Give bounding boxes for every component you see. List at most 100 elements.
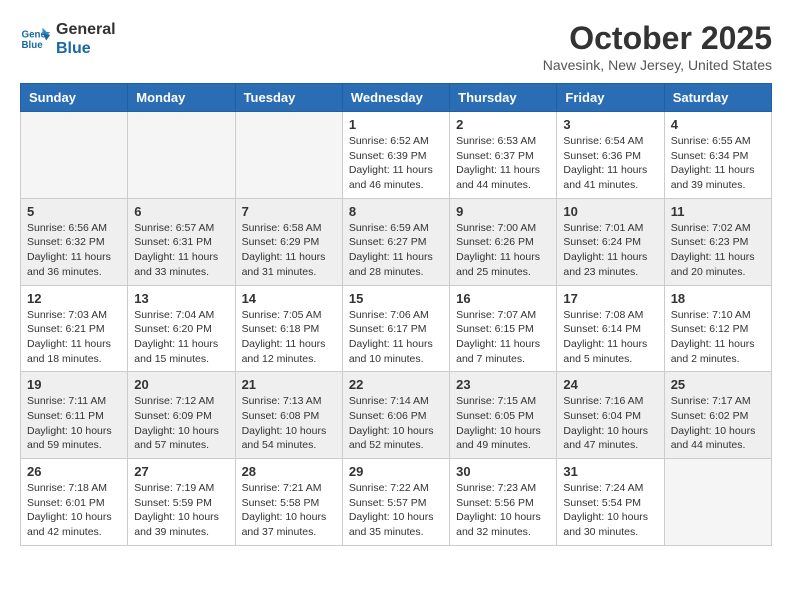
calendar-cell: 30Sunrise: 7:23 AMSunset: 5:56 PMDayligh… — [450, 459, 557, 546]
calendar-cell: 7 Sunrise: 6:58 AMSunset: 6:29 PMDaylight… — [235, 198, 342, 285]
day-info: Sunrise: 6:52 AMSunset: 6:39 PMDaylight:… — [349, 134, 443, 193]
day-number: 10 — [563, 204, 657, 219]
day-number: 5 — [27, 204, 121, 219]
day-info: Sunrise: 6:59 AMSunset: 6:27 PMDaylight:… — [349, 221, 443, 280]
day-info: Sunrise: 7:08 AMSunset: 6:14 PMDaylight:… — [563, 308, 657, 367]
day-number: 9 — [456, 204, 550, 219]
calendar-cell — [235, 112, 342, 199]
day-number: 14 — [242, 291, 336, 306]
day-info: Sunrise: 7:14 AMSunset: 6:06 PMDaylight:… — [349, 394, 443, 453]
day-number: 30 — [456, 464, 550, 479]
day-info: Sunrise: 7:03 AMSunset: 6:21 PMDaylight:… — [27, 308, 121, 367]
day-number: 21 — [242, 377, 336, 392]
calendar-cell: 18 Sunrise: 7:10 AMSunset: 6:12 PMDayligh… — [664, 285, 771, 372]
location: Navesink, New Jersey, United States — [543, 57, 772, 73]
calendar-cell: 1 Sunrise: 6:52 AMSunset: 6:39 PMDaylight… — [342, 112, 449, 199]
weekday-header-monday: Monday — [128, 84, 235, 112]
day-number: 29 — [349, 464, 443, 479]
calendar-cell: 25 Sunrise: 7:17 AMSunset: 6:02 PMDayligh… — [664, 372, 771, 459]
day-number: 11 — [671, 204, 765, 219]
day-number: 15 — [349, 291, 443, 306]
day-number: 26 — [27, 464, 121, 479]
calendar-cell — [128, 112, 235, 199]
calendar-cell — [664, 459, 771, 546]
month-title: October 2025 — [543, 20, 772, 57]
calendar-cell: 26 Sunrise: 7:18 AMSunset: 6:01 PMDayligh… — [21, 459, 128, 546]
day-info: Sunrise: 7:21 AMSunset: 5:58 PMDaylight:… — [242, 481, 336, 540]
day-number: 1 — [349, 117, 443, 132]
day-info: Sunrise: 7:13 AMSunset: 6:08 PMDaylight:… — [242, 394, 336, 453]
calendar-cell: 23 Sunrise: 7:15 AMSunset: 6:05 PMDayligh… — [450, 372, 557, 459]
day-number: 19 — [27, 377, 121, 392]
day-number: 25 — [671, 377, 765, 392]
calendar-cell: 9 Sunrise: 7:00 AMSunset: 6:26 PMDaylight… — [450, 198, 557, 285]
day-number: 6 — [134, 204, 228, 219]
day-number: 18 — [671, 291, 765, 306]
calendar-cell: 6 Sunrise: 6:57 AMSunset: 6:31 PMDaylight… — [128, 198, 235, 285]
calendar-week-row: 12 Sunrise: 7:03 AMSunset: 6:21 PMDayligh… — [21, 285, 772, 372]
day-number: 20 — [134, 377, 228, 392]
weekday-header-tuesday: Tuesday — [235, 84, 342, 112]
day-info: Sunrise: 7:12 AMSunset: 6:09 PMDaylight:… — [134, 394, 228, 453]
weekday-header-friday: Friday — [557, 84, 664, 112]
calendar-cell: 3 Sunrise: 6:54 AMSunset: 6:36 PMDaylight… — [557, 112, 664, 199]
day-number: 22 — [349, 377, 443, 392]
calendar-cell: 24 Sunrise: 7:16 AMSunset: 6:04 PMDayligh… — [557, 372, 664, 459]
svg-text:Blue: Blue — [22, 40, 44, 51]
day-info: Sunrise: 7:02 AMSunset: 6:23 PMDaylight:… — [671, 221, 765, 280]
day-number: 8 — [349, 204, 443, 219]
calendar: SundayMondayTuesdayWednesdayThursdayFrid… — [20, 83, 772, 546]
page-header: General Blue General Blue October 2025 N… — [20, 20, 772, 73]
title-block: October 2025 Navesink, New Jersey, Unite… — [543, 20, 772, 73]
calendar-cell: 16Sunrise: 7:07 AMSunset: 6:15 PMDayligh… — [450, 285, 557, 372]
day-info: Sunrise: 7:19 AMSunset: 5:59 PMDaylight:… — [134, 481, 228, 540]
day-number: 3 — [563, 117, 657, 132]
day-info: Sunrise: 7:04 AMSunset: 6:20 PMDaylight:… — [134, 308, 228, 367]
calendar-week-row: 26 Sunrise: 7:18 AMSunset: 6:01 PMDayligh… — [21, 459, 772, 546]
calendar-cell: 21 Sunrise: 7:13 AMSunset: 6:08 PMDayligh… — [235, 372, 342, 459]
day-info: Sunrise: 6:54 AMSunset: 6:36 PMDaylight:… — [563, 134, 657, 193]
day-info: Sunrise: 7:10 AMSunset: 6:12 PMDaylight:… — [671, 308, 765, 367]
day-info: Sunrise: 7:17 AMSunset: 6:02 PMDaylight:… — [671, 394, 765, 453]
calendar-cell: 17 Sunrise: 7:08 AMSunset: 6:14 PMDayligh… — [557, 285, 664, 372]
day-info: Sunrise: 7:05 AMSunset: 6:18 PMDaylight:… — [242, 308, 336, 367]
weekday-header-sunday: Sunday — [21, 84, 128, 112]
day-info: Sunrise: 6:58 AMSunset: 6:29 PMDaylight:… — [242, 221, 336, 280]
weekday-header-row: SundayMondayTuesdayWednesdayThursdayFrid… — [21, 84, 772, 112]
day-number: 17 — [563, 291, 657, 306]
day-info: Sunrise: 7:06 AMSunset: 6:17 PMDaylight:… — [349, 308, 443, 367]
day-info: Sunrise: 6:57 AMSunset: 6:31 PMDaylight:… — [134, 221, 228, 280]
calendar-cell: 8 Sunrise: 6:59 AMSunset: 6:27 PMDaylight… — [342, 198, 449, 285]
calendar-cell: 14 Sunrise: 7:05 AMSunset: 6:18 PMDayligh… — [235, 285, 342, 372]
calendar-cell: 10Sunrise: 7:01 AMSunset: 6:24 PMDayligh… — [557, 198, 664, 285]
day-number: 13 — [134, 291, 228, 306]
calendar-cell: 20 Sunrise: 7:12 AMSunset: 6:09 PMDayligh… — [128, 372, 235, 459]
calendar-cell: 12 Sunrise: 7:03 AMSunset: 6:21 PMDayligh… — [21, 285, 128, 372]
day-info: Sunrise: 6:55 AMSunset: 6:34 PMDaylight:… — [671, 134, 765, 193]
day-number: 7 — [242, 204, 336, 219]
day-number: 12 — [27, 291, 121, 306]
day-number: 31 — [563, 464, 657, 479]
logo-line1: General — [56, 20, 116, 39]
calendar-cell: 22 Sunrise: 7:14 AMSunset: 6:06 PMDayligh… — [342, 372, 449, 459]
day-number: 23 — [456, 377, 550, 392]
calendar-cell: 31Sunrise: 7:24 AMSunset: 5:54 PMDayligh… — [557, 459, 664, 546]
weekday-header-saturday: Saturday — [664, 84, 771, 112]
day-info: Sunrise: 7:00 AMSunset: 6:26 PMDaylight:… — [456, 221, 550, 280]
day-info: Sunrise: 7:16 AMSunset: 6:04 PMDaylight:… — [563, 394, 657, 453]
day-number: 4 — [671, 117, 765, 132]
day-info: Sunrise: 6:53 AMSunset: 6:37 PMDaylight:… — [456, 134, 550, 193]
day-info: Sunrise: 7:18 AMSunset: 6:01 PMDaylight:… — [27, 481, 121, 540]
logo-icon: General Blue — [20, 24, 50, 54]
calendar-cell: 13 Sunrise: 7:04 AMSunset: 6:20 PMDayligh… — [128, 285, 235, 372]
day-number: 2 — [456, 117, 550, 132]
day-info: Sunrise: 7:15 AMSunset: 6:05 PMDaylight:… — [456, 394, 550, 453]
calendar-week-row: 1 Sunrise: 6:52 AMSunset: 6:39 PMDaylight… — [21, 112, 772, 199]
day-number: 24 — [563, 377, 657, 392]
day-number: 16 — [456, 291, 550, 306]
weekday-header-thursday: Thursday — [450, 84, 557, 112]
calendar-cell: 5Sunrise: 6:56 AMSunset: 6:32 PMDaylight… — [21, 198, 128, 285]
calendar-cell: 15 Sunrise: 7:06 AMSunset: 6:17 PMDayligh… — [342, 285, 449, 372]
calendar-cell: 4 Sunrise: 6:55 AMSunset: 6:34 PMDaylight… — [664, 112, 771, 199]
calendar-cell — [21, 112, 128, 199]
